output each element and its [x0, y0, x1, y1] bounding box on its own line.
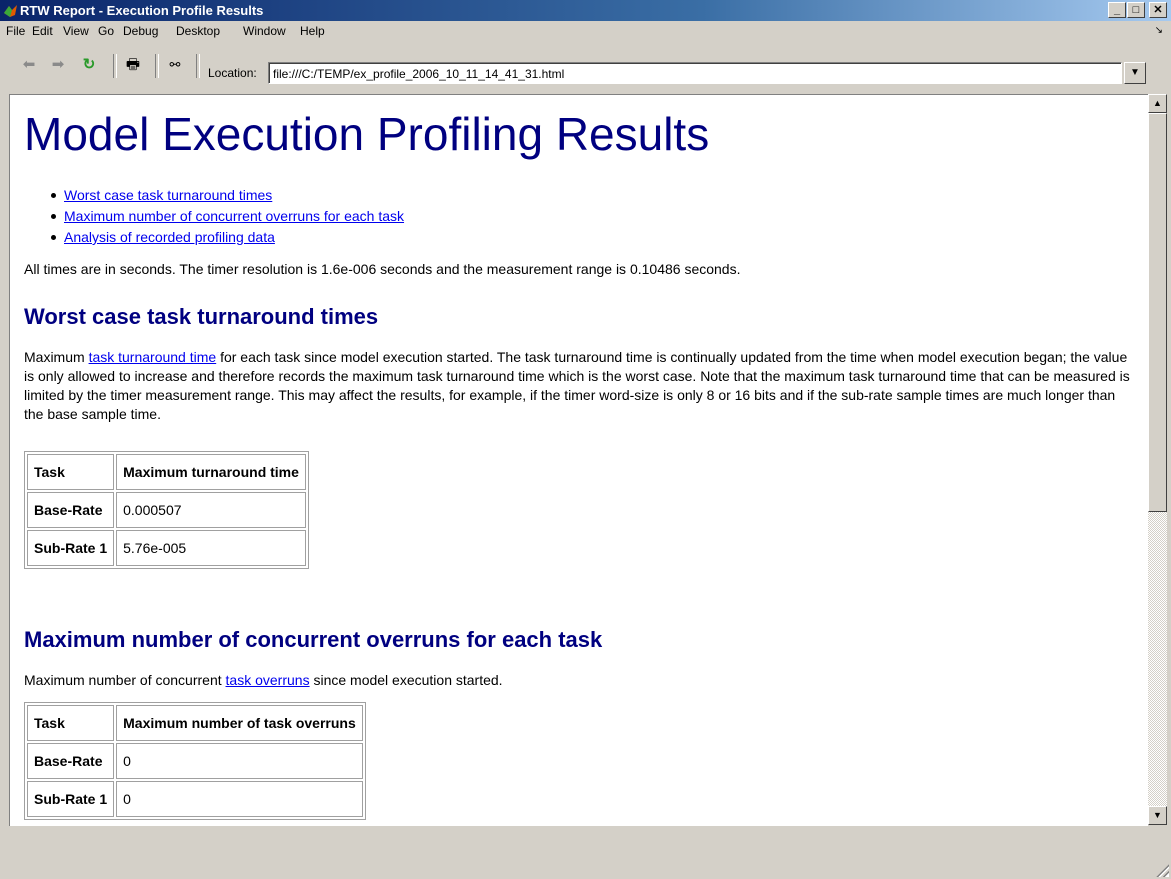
task-turnaround-time-link[interactable]: task turnaround time — [89, 349, 217, 365]
paragraph-text: since model execution started. — [309, 672, 503, 688]
menu-file[interactable]: File — [6, 24, 25, 38]
value-cell: 0 — [116, 781, 363, 817]
toolbar: ⬅ ➡ ↻ 🖶 ⚯ Location: file:///C:/TEMP/ex_p… — [0, 41, 1171, 91]
menu-help[interactable]: Help — [300, 24, 325, 38]
paragraph-text: Maximum number of concurrent — [24, 672, 226, 688]
table-header: Maximum number of task overruns — [116, 705, 363, 741]
arrow-down-icon: ▼ — [1153, 810, 1162, 820]
table-header-row: Task Maximum turnaround time — [27, 454, 306, 490]
menu-edit[interactable]: Edit — [32, 24, 53, 38]
location-label: Location: — [208, 66, 257, 80]
forward-arrow-icon[interactable]: ➡ — [47, 55, 69, 75]
table-row: Sub-Rate 1 5.76e-005 — [27, 530, 306, 566]
value-cell: 0.000507 — [116, 492, 306, 528]
print-icon[interactable]: 🖶 — [122, 55, 144, 75]
report-content: Model Execution Profiling Results Worst … — [9, 94, 1148, 826]
location-input[interactable]: file:///C:/TEMP/ex_profile_2006_10_11_14… — [268, 62, 1122, 84]
overruns-table: Task Maximum number of task overruns Bas… — [24, 702, 366, 820]
toc-link-worst-case[interactable]: Worst case task turnaround times — [64, 187, 272, 203]
section-paragraph: Maximum number of concurrent task overru… — [24, 671, 1134, 690]
task-overruns-link[interactable]: task overruns — [226, 672, 310, 688]
matlab-logo-icon — [4, 5, 17, 17]
table-of-contents: Worst case task turnaround times Maximum… — [50, 185, 404, 248]
back-arrow-icon[interactable]: ⬅ — [18, 55, 40, 75]
task-name-cell: Sub-Rate 1 — [27, 781, 115, 817]
status-bar — [0, 826, 1171, 879]
scroll-down-button[interactable]: ▼ — [1148, 806, 1167, 825]
intro-text: All times are in seconds. The timer reso… — [24, 261, 741, 277]
table-header: Task — [27, 454, 115, 490]
minimize-button[interactable]: _ — [1108, 2, 1126, 18]
chevron-down-icon: ▼ — [1130, 67, 1140, 78]
turnaround-table: Task Maximum turnaround time Base-Rate 0… — [24, 451, 309, 569]
toc-item: Analysis of recorded profiling data — [50, 227, 404, 248]
menu-debug[interactable]: Debug — [123, 24, 158, 38]
table-header-row: Task Maximum number of task overruns — [27, 705, 363, 741]
undock-arrow-icon[interactable]: ↘ — [1155, 25, 1163, 36]
menu-view[interactable]: View — [63, 24, 89, 38]
value-cell: 0 — [116, 743, 363, 779]
refresh-icon[interactable]: ↻ — [78, 55, 100, 75]
menu-window[interactable]: Window — [243, 24, 286, 38]
toolbar-separator — [155, 54, 159, 78]
table-row: Sub-Rate 1 0 — [27, 781, 363, 817]
table-header: Task — [27, 705, 115, 741]
section-heading-overruns: Maximum number of concurrent overruns fo… — [24, 627, 603, 652]
toc-item: Worst case task turnaround times — [50, 185, 404, 206]
task-name-cell: Base-Rate — [27, 492, 115, 528]
find-binoculars-icon[interactable]: ⚯ — [164, 55, 186, 75]
scroll-up-button[interactable]: ▲ — [1148, 94, 1167, 113]
section-heading-worst-case: Worst case task turnaround times — [24, 304, 379, 329]
toolbar-separator — [196, 54, 200, 78]
task-name-cell: Sub-Rate 1 — [27, 530, 115, 566]
title-bar: RTW Report - Execution Profile Results _… — [0, 0, 1171, 21]
toc-link-overruns[interactable]: Maximum number of concurrent overruns fo… — [64, 208, 404, 224]
toc-link-analysis[interactable]: Analysis of recorded profiling data — [64, 229, 275, 245]
menu-bar: File Edit View Go Debug Desktop Window H… — [0, 21, 1171, 40]
page-title: Model Execution Profiling Results — [24, 108, 710, 160]
value-cell: 5.76e-005 — [116, 530, 306, 566]
section-paragraph: Maximum task turnaround time for each ta… — [24, 348, 1134, 424]
table-row: Base-Rate 0 — [27, 743, 363, 779]
table-row: Base-Rate 0.000507 — [27, 492, 306, 528]
menu-desktop[interactable]: Desktop — [176, 24, 220, 38]
menu-go[interactable]: Go — [98, 24, 114, 38]
window-title: RTW Report - Execution Profile Results — [20, 3, 264, 18]
toolbar-separator — [113, 54, 117, 78]
close-button[interactable]: ✕ — [1149, 2, 1167, 18]
scroll-thumb[interactable] — [1148, 113, 1167, 512]
maximize-button[interactable]: □ — [1127, 2, 1145, 18]
task-name-cell: Base-Rate — [27, 743, 115, 779]
arrow-up-icon: ▲ — [1153, 98, 1162, 108]
toc-item: Maximum number of concurrent overruns fo… — [50, 206, 404, 227]
table-header: Maximum turnaround time — [116, 454, 306, 490]
paragraph-text: Maximum — [24, 349, 89, 365]
vertical-scrollbar[interactable]: ▲ ▼ — [1148, 94, 1167, 825]
resize-grip-icon[interactable] — [1155, 863, 1169, 877]
location-dropdown-button[interactable]: ▼ — [1124, 62, 1146, 84]
